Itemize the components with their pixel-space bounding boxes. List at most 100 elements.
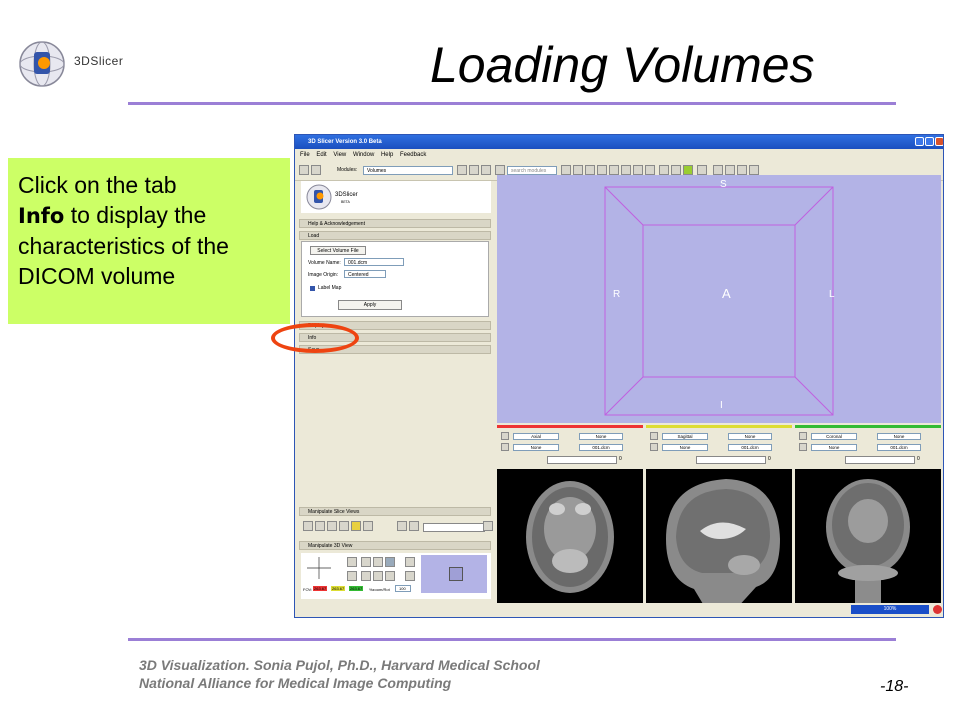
sagittal-orientation-select[interactable]: Sagittal [662,433,708,440]
maximize-icon[interactable] [925,137,934,146]
rock-icon[interactable] [361,571,371,581]
models-icon[interactable] [597,165,607,175]
refresh-icon[interactable] [495,165,505,175]
transforms-icon[interactable] [609,165,619,175]
label-map-checkbox[interactable] [310,286,315,291]
slice-view-sagittal[interactable] [646,469,792,609]
rotate-icon[interactable] [737,165,747,175]
slice-fg-icon[interactable] [339,521,349,531]
apply-button[interactable]: Apply [338,300,402,310]
coronal-bg-select[interactable]: None [811,444,857,451]
view-3d[interactable]: S I R L A [497,175,941,423]
rotate-left-icon[interactable] [347,557,357,567]
redo-icon[interactable] [683,165,693,175]
zoom-label: %zoom/Rot [369,587,390,592]
section-manipulate-slice[interactable]: Manipulate Slice Views [299,507,491,516]
menu-window[interactable]: Window [353,152,374,158]
axial-slice-slider[interactable] [547,456,617,464]
section-manipulate-3d[interactable]: Manipulate 3D View [299,541,491,550]
orient-a-label: A [722,286,731,301]
slice-opacity-slider[interactable] [423,523,485,532]
sagittal-fg-select[interactable]: None [728,433,772,440]
slice-reset-icon[interactable] [483,521,493,531]
status-bar: 100% [295,603,943,617]
section-load[interactable]: Load [299,231,491,240]
data-icon[interactable] [573,165,583,175]
axial-brain-icon [526,481,614,593]
screenshot-icon[interactable] [697,165,707,175]
image-origin-select[interactable]: Centered [344,270,386,278]
axial-pin-icon[interactable] [501,432,509,440]
sagittal-slice-slider[interactable] [696,456,766,464]
view3d-preview[interactable] [421,555,487,593]
measure-icon[interactable] [645,165,655,175]
stereo-icon[interactable] [405,557,415,567]
coronal-volume-select[interactable]: 001.dcm [877,444,921,451]
undo-icon[interactable] [671,165,681,175]
view-side-icon[interactable] [385,557,395,567]
slice-controls [301,521,493,535]
volume-name-input[interactable]: 001.dcm [344,258,404,266]
load-scene-icon[interactable] [299,165,309,175]
coronal-link-icon[interactable] [799,443,807,451]
sagittal-link-icon[interactable] [650,443,658,451]
menu-edit[interactable]: Edit [316,152,326,158]
slice-toggle-icon[interactable] [409,521,419,531]
place-icon[interactable] [725,165,735,175]
sagittal-bg-select[interactable]: None [662,444,708,451]
sagittal-pin-icon[interactable] [650,432,658,440]
coronal-pin-icon[interactable] [799,432,807,440]
history-icon[interactable] [481,165,491,175]
callout-box: Click on the tab Info to display the cha… [8,158,290,324]
coronal-orientation-select[interactable]: Coronal [811,433,857,440]
editor-icon[interactable] [633,165,643,175]
zoom-input[interactable]: 100 [395,585,411,592]
menu-view[interactable]: View [333,152,346,158]
sagittal-volume-select[interactable]: 001.dcm [728,444,772,451]
zoom-in-icon[interactable] [373,571,383,581]
layout-icon[interactable] [659,165,669,175]
slice-fit-icon[interactable] [303,521,313,531]
slice-view-axial[interactable] [497,469,643,609]
close-icon[interactable] [935,137,943,146]
axial-bg-select[interactable]: None [513,444,559,451]
coronal-slice-value: 0 [917,456,920,462]
volumes-icon[interactable] [585,165,595,175]
slice-opacity-icon[interactable] [397,521,407,531]
slice-link-icon[interactable] [315,521,325,531]
view-icon[interactable] [749,165,759,175]
minimize-icon[interactable] [915,137,924,146]
section-help[interactable]: Help & Acknowledgement [299,219,491,228]
save-scene-icon[interactable] [311,165,321,175]
camera-icon[interactable] [405,571,415,581]
menu-help[interactable]: Help [381,152,393,158]
modules-select[interactable]: Volumes [363,166,453,175]
fiducials-icon[interactable] [621,165,631,175]
spin-icon[interactable] [347,571,357,581]
view-front-icon[interactable] [361,557,371,567]
footer-line-1: 3D Visualization. Sonia Pujol, Ph.D., Ha… [139,657,540,673]
module-logo-text: 3DSlicer [335,192,358,198]
axial-orientation-select[interactable]: Axial [513,433,559,440]
axial-fg-select[interactable]: None [579,433,623,440]
slice-cross-icon[interactable] [363,521,373,531]
pick-icon[interactable] [713,165,723,175]
coronal-fg-select[interactable]: None [877,433,921,440]
orient-i-label: I [720,400,723,411]
slice-view-coronal[interactable] [795,469,941,609]
slice-label-icon[interactable] [351,521,361,531]
prev-module-icon[interactable] [457,165,467,175]
menu-feedback[interactable]: Feedback [400,152,426,158]
search-modules-input[interactable]: search modules [507,166,557,175]
slice-grid-icon[interactable] [327,521,337,531]
axial-volume-select[interactable]: 001.dcm [579,444,623,451]
next-module-icon[interactable] [469,165,479,175]
view-top-icon[interactable] [373,557,383,567]
select-volume-file-button[interactable]: Select Volume File [310,246,366,255]
menu-file[interactable]: File [300,152,310,158]
stop-icon[interactable] [933,605,942,614]
coronal-slice-slider[interactable] [845,456,915,464]
search-icon[interactable] [561,165,571,175]
zoom-out-icon[interactable] [385,571,395,581]
axial-link-icon[interactable] [501,443,509,451]
